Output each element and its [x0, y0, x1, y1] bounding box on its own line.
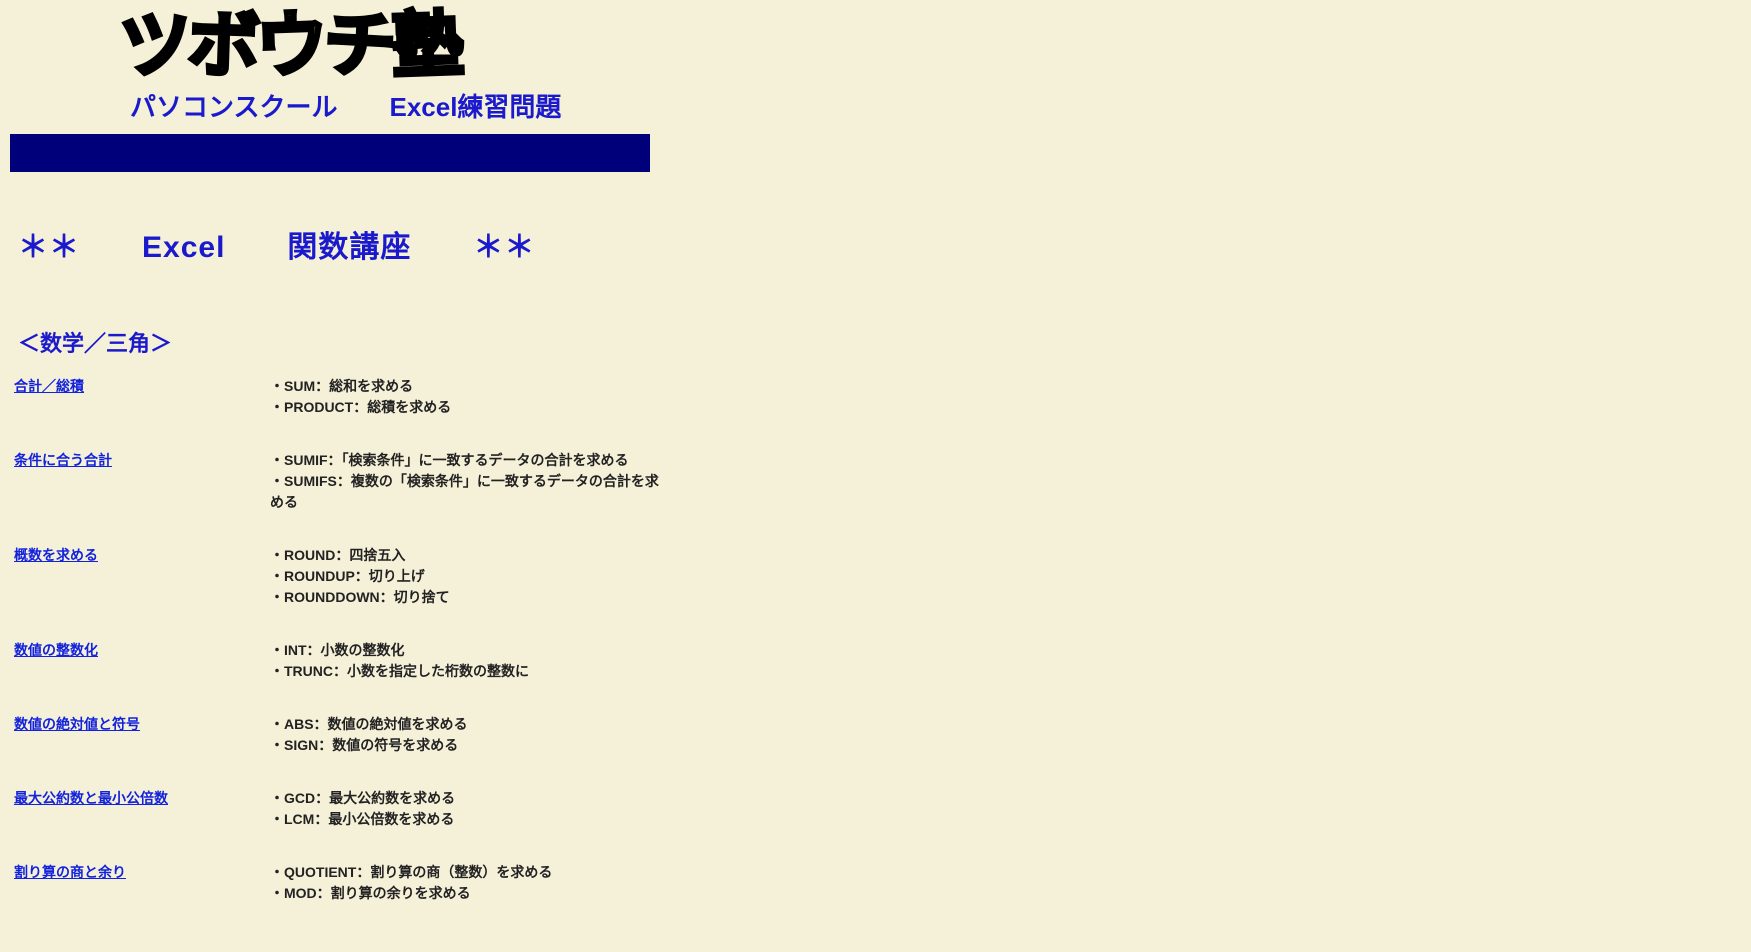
- navbar: [10, 134, 650, 172]
- function-desc-col: ・ROUND：四捨五入・ROUNDUP：切り上げ・ROUNDDOWN：切り捨て: [270, 545, 670, 608]
- section-title: ＜数学／三角＞: [18, 326, 1741, 358]
- subtitle: パソコンスクール Excel練習問題: [120, 87, 1741, 124]
- function-desc-line: ・LCM：最小公倍数を求める: [270, 809, 670, 830]
- logo: ツ ボ ウ チ 塾: [120, 10, 1741, 82]
- function-desc-line: ・ROUND：四捨五入: [270, 545, 670, 566]
- function-link-col: 数値の整数化: [10, 640, 270, 660]
- function-row: 最大公約数と最小公倍数 ・GCD：最大公約数を求める・LCM：最小公倍数を求める: [10, 788, 1741, 830]
- function-row: 合計／総積 ・SUM：総和を求める・PRODUCT：総積を求める: [10, 376, 1741, 418]
- function-row: 条件に合う合計 ・SUMIF：「検索条件」に一致するデータの合計を求める・SUMI…: [10, 450, 1741, 513]
- function-row: 数値の整数化 ・INT：小数の整数化・TRUNC：小数を指定した桁数の整数に: [10, 640, 1741, 682]
- logo-char-5: 塾: [391, 9, 461, 83]
- function-desc-line: ・PRODUCT：総積を求める: [270, 397, 670, 418]
- logo-char-4: チ: [322, 8, 394, 83]
- logo-char-1: ツ: [118, 8, 190, 83]
- function-link[interactable]: 割り算の商と余り: [14, 864, 126, 880]
- logo-char-2: ボ: [187, 9, 257, 83]
- function-desc-col: ・INT：小数の整数化・TRUNC：小数を指定した桁数の整数に: [270, 640, 670, 682]
- function-row: 概数を求める ・ROUND：四捨五入・ROUNDUP：切り上げ・ROUNDDOWN…: [10, 545, 1741, 608]
- function-link[interactable]: 条件に合う合計: [14, 452, 112, 468]
- function-desc-col: ・GCD：最大公約数を求める・LCM：最小公倍数を求める: [270, 788, 670, 830]
- header: ツ ボ ウ チ 塾 パソコンスクール Excel練習問題: [10, 10, 1741, 124]
- function-link-col: 概数を求める: [10, 545, 270, 565]
- function-link[interactable]: 概数を求める: [14, 547, 98, 563]
- function-desc-line: ・ROUNDDOWN：切り捨て: [270, 587, 670, 608]
- function-list: 合計／総積・SUM：総和を求める・PRODUCT：総積を求める条件に合う合計・S…: [10, 376, 1741, 904]
- function-desc-line: ・ROUNDUP：切り上げ: [270, 566, 670, 587]
- function-link-col: 割り算の商と余り: [10, 862, 270, 882]
- function-row: 数値の絶対値と符号 ・ABS：数値の絶対値を求める・SIGN：数値の符号を求める: [10, 714, 1741, 756]
- function-link-col: 合計／総積: [10, 376, 270, 396]
- function-link[interactable]: 合計／総積: [14, 378, 84, 394]
- function-link[interactable]: 最大公約数と最小公倍数: [14, 790, 168, 806]
- function-desc-col: ・ABS：数値の絶対値を求める・SIGN：数値の符号を求める: [270, 714, 670, 756]
- function-desc-col: ・QUOTIENT：割り算の商（整数）を求める・MOD：割り算の余りを求める: [270, 862, 670, 904]
- function-link-col: 条件に合う合計: [10, 450, 270, 470]
- function-desc-line: ・ABS：数値の絶対値を求める: [270, 714, 670, 735]
- function-desc-col: ・SUMIF：「検索条件」に一致するデータの合計を求める・SUMIFS：複数の「…: [270, 450, 670, 513]
- function-link[interactable]: 数値の絶対値と符号: [14, 716, 140, 732]
- function-desc-col: ・SUM：総和を求める・PRODUCT：総積を求める: [270, 376, 670, 418]
- function-desc-line: ・QUOTIENT：割り算の商（整数）を求める: [270, 862, 670, 883]
- function-desc-line: ・SUMIFS：複数の「検索条件」に一致するデータの合計を求める: [270, 471, 670, 513]
- function-row: 割り算の商と余り ・QUOTIENT：割り算の商（整数）を求める・MOD：割り算の…: [10, 862, 1741, 904]
- function-desc-line: ・SUM：総和を求める: [270, 376, 670, 397]
- function-desc-line: ・TRUNC：小数を指定した桁数の整数に: [270, 661, 670, 682]
- function-desc-line: ・SIGN：数値の符号を求める: [270, 735, 670, 756]
- function-desc-line: ・SUMIF：「検索条件」に一致するデータの合計を求める: [270, 450, 670, 471]
- function-desc-line: ・INT：小数の整数化: [270, 640, 670, 661]
- function-desc-line: ・GCD：最大公約数を求める: [270, 788, 670, 809]
- function-link-col: 最大公約数と最小公倍数: [10, 788, 270, 808]
- function-link-col: 数値の絶対値と符号: [10, 714, 270, 734]
- function-link[interactable]: 数値の整数化: [14, 642, 98, 658]
- page-title: ＊＊ Excel 関数講座 ＊＊: [18, 222, 1741, 266]
- function-desc-line: ・MOD：割り算の余りを求める: [270, 883, 670, 904]
- logo-char-3: ウ: [255, 9, 325, 83]
